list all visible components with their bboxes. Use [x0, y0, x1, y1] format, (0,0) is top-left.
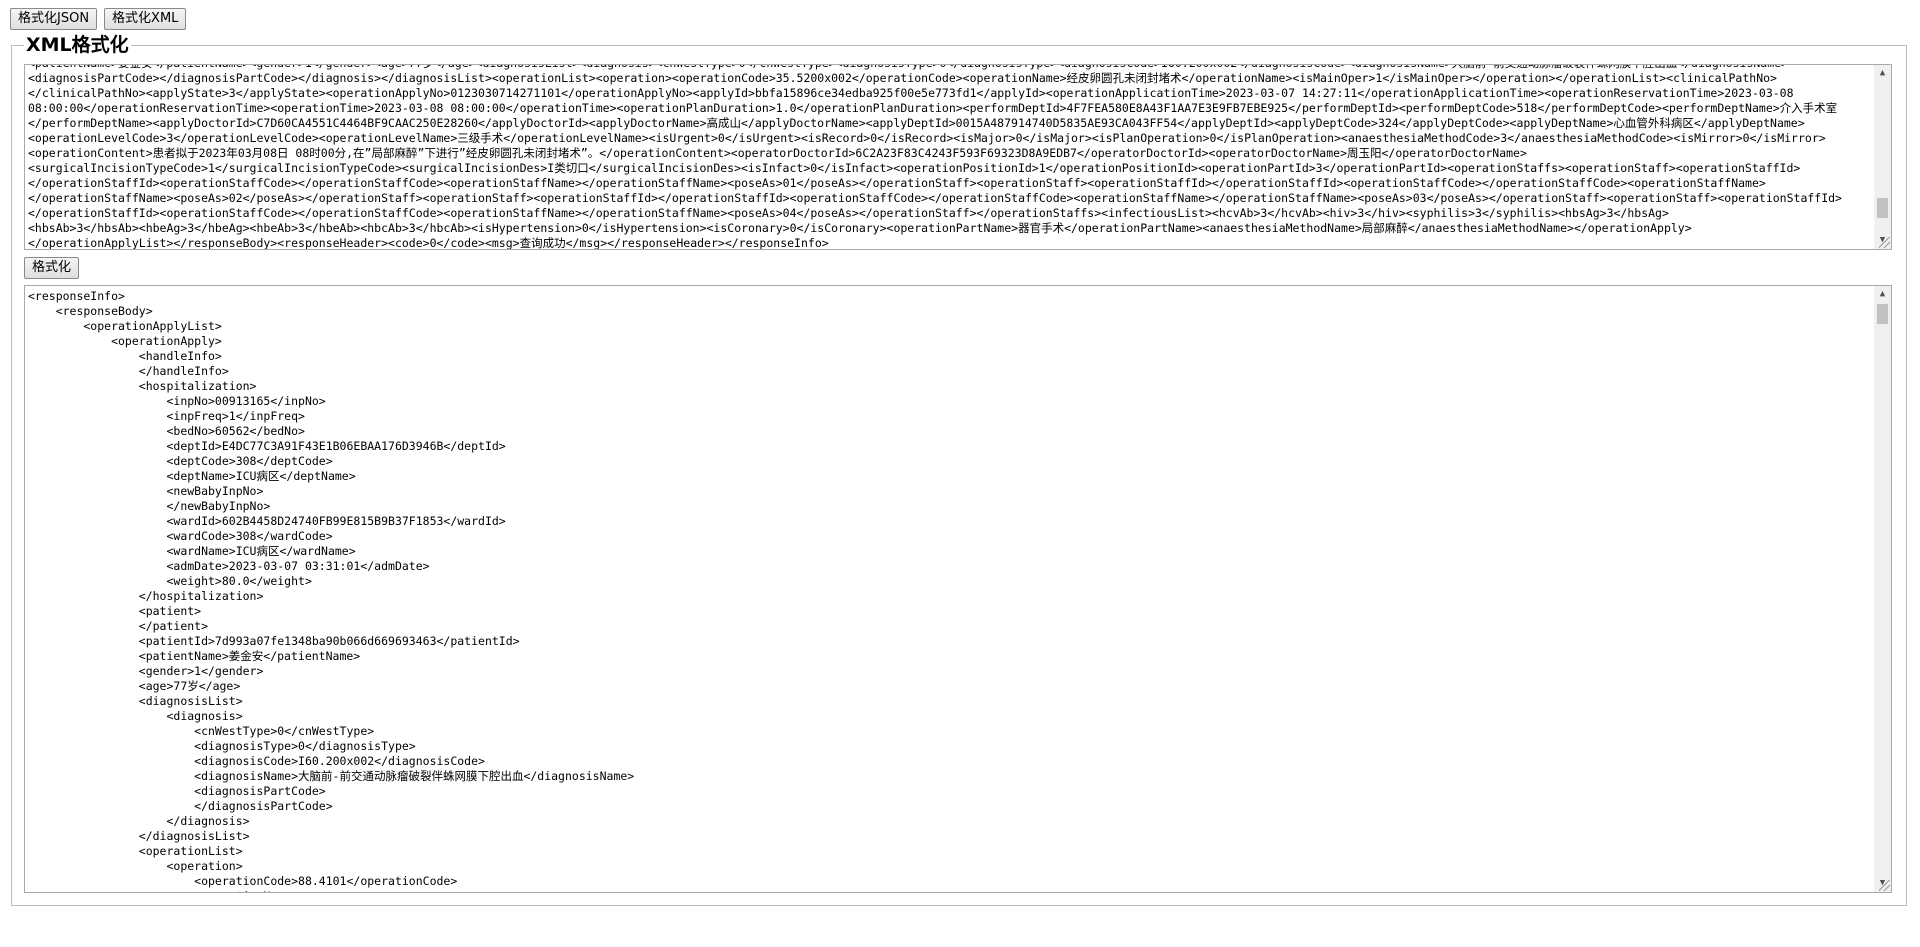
top-toolbar: 格式化JSON 格式化XML [10, 8, 187, 30]
scroll-thumb[interactable] [1877, 304, 1888, 324]
xml-output-line: <weight>80.0</weight> [28, 574, 312, 588]
xml-output-line: <diagnosisName>大脑前-前交通动脉瘤破裂伴蛛网膜下腔出血</dia… [28, 769, 635, 783]
xml-input-line: <hbsAb>3</hbsAb><hbeAg>3</hbeAg><hbeAb>3… [28, 221, 1692, 235]
output-scrollbar[interactable]: ▲ ▼ [1874, 286, 1891, 892]
xml-input-textarea[interactable]: <patientName>姜金安</patientName><gender>1<… [24, 64, 1892, 250]
xml-output-line: <operationName> [28, 889, 1871, 892]
xml-output-line: <hospitalization> [28, 379, 257, 393]
xml-output-line: <operationCode>88.4101</operationCode> [28, 874, 458, 888]
format-xml-button[interactable]: 格式化XML [104, 8, 187, 30]
xml-output-line: <operationApply> [28, 334, 222, 348]
xml-input-line: <diagnosisPartCode></diagnosisPartCode><… [28, 71, 1777, 85]
xml-output-line: <wardId>602B4458D24740FB99E815B9B37F1853… [28, 514, 506, 528]
xml-output-line: </diagnosisList> [28, 829, 250, 843]
xml-output-line: <cnWestType>0</cnWestType> [28, 724, 375, 738]
xml-output-line: <responseInfo> [28, 289, 125, 303]
xml-output-line: </patient> [28, 619, 209, 633]
xml-input-line: </operationApplyList></responseBody><res… [28, 236, 829, 250]
xml-input-content: <patientName>姜金安</patientName><gender>1<… [28, 65, 1871, 250]
xml-output-line: <gender>1</gender> [28, 664, 264, 678]
xml-input-line: </operationStaffId><operationStaffCode><… [28, 176, 1766, 190]
xml-output-line: <inpNo>00913165</inpNo> [28, 394, 326, 408]
xml-output-content: <responseInfo> <responseBody> <operation… [28, 289, 1871, 892]
xml-output-line: <diagnosisList> [28, 694, 243, 708]
resize-grip-icon[interactable] [1879, 880, 1890, 891]
xml-output-textarea[interactable]: <responseInfo> <responseBody> <operation… [24, 285, 1892, 893]
xml-output-line: <operationApplyList> [28, 319, 222, 333]
xml-input-line: <operationContent>患者拟于2023年03月08日 08时00分… [28, 146, 1527, 160]
format-button[interactable]: 格式化 [24, 257, 80, 279]
xml-output-line: <wardCode>308</wardCode> [28, 529, 333, 543]
xml-output-line: <patient> [28, 604, 202, 618]
xml-output-line: <diagnosisCode>I60.200x002</diagnosisCod… [28, 754, 485, 768]
xml-output-line: </hospitalization> [28, 589, 264, 603]
resize-grip-icon[interactable] [1879, 237, 1890, 248]
xml-output-line: <diagnosisPartCode> [28, 784, 326, 798]
xml-output-line: <inpFreq>1</inpFreq> [28, 409, 305, 423]
format-json-button[interactable]: 格式化JSON [10, 8, 98, 30]
xml-input-line: <operationLevelCode>3</operationLevelCod… [28, 131, 1826, 145]
xml-output-line: <patientName>姜金安</patientName> [28, 649, 361, 663]
panel-legend: XML格式化 [26, 34, 129, 56]
xml-input-line: </operationStaffName><poseAs>02</poseAs>… [28, 191, 1842, 205]
xml-input-line: <surgicalIncisionTypeCode>1</surgicalInc… [28, 161, 1801, 175]
xml-output-line: </diagnosis> [28, 814, 250, 828]
xml-output-line: <deptCode>308</deptCode> [28, 454, 333, 468]
xml-output-line: <operation> [28, 859, 243, 873]
xml-output-line: <diagnosisType>0</diagnosisType> [28, 739, 416, 753]
scroll-up-arrow-icon[interactable]: ▲ [1874, 65, 1891, 82]
xml-input-line: </performDeptName><applyDoctorId>C7D60CA… [28, 116, 1805, 130]
xml-output-line: <deptId>E4DC77C3A91F43E1B06EBAA176D3946B… [28, 439, 506, 453]
xml-output-line: <deptName>ICU病区</deptName> [28, 469, 356, 483]
xml-output-line: </handleInfo> [28, 364, 229, 378]
xml-output-line: <newBabyInpNo> [28, 484, 264, 498]
xml-output-line: <operationList> [28, 844, 243, 858]
xml-output-line: <age>77岁</age> [28, 679, 241, 693]
xml-output-line: <admDate>2023-03-07 03:31:01</admDate> [28, 559, 430, 573]
xml-output-line: </newBabyInpNo> [28, 499, 271, 513]
scroll-thumb[interactable] [1877, 198, 1888, 218]
xml-output-line: <wardName>ICU病区</wardName> [28, 544, 356, 558]
xml-input-line: 08:00:00</operationReservationTime><oper… [28, 101, 1838, 115]
xml-input-line: <patientName>姜金安</patientName><gender>1<… [28, 65, 1871, 71]
xml-output-line: <patientId>7d993a07fe1348ba90b066d669693… [28, 634, 520, 648]
xml-output-line: <handleInfo> [28, 349, 222, 363]
xml-input-line: </clinicalPathNo><applyState>3</applySta… [28, 86, 1794, 100]
xml-output-line: </diagnosisPartCode> [28, 799, 333, 813]
xml-input-line: </operationStaffId><operationStaffCode><… [28, 206, 1669, 220]
scroll-up-arrow-icon[interactable]: ▲ [1874, 286, 1891, 303]
xml-output-line: <bedNo>60562</bedNo> [28, 424, 305, 438]
input-scrollbar[interactable]: ▲ ▼ [1874, 65, 1891, 249]
xml-output-line: <responseBody> [28, 304, 153, 318]
xml-output-line: <diagnosis> [28, 709, 243, 723]
